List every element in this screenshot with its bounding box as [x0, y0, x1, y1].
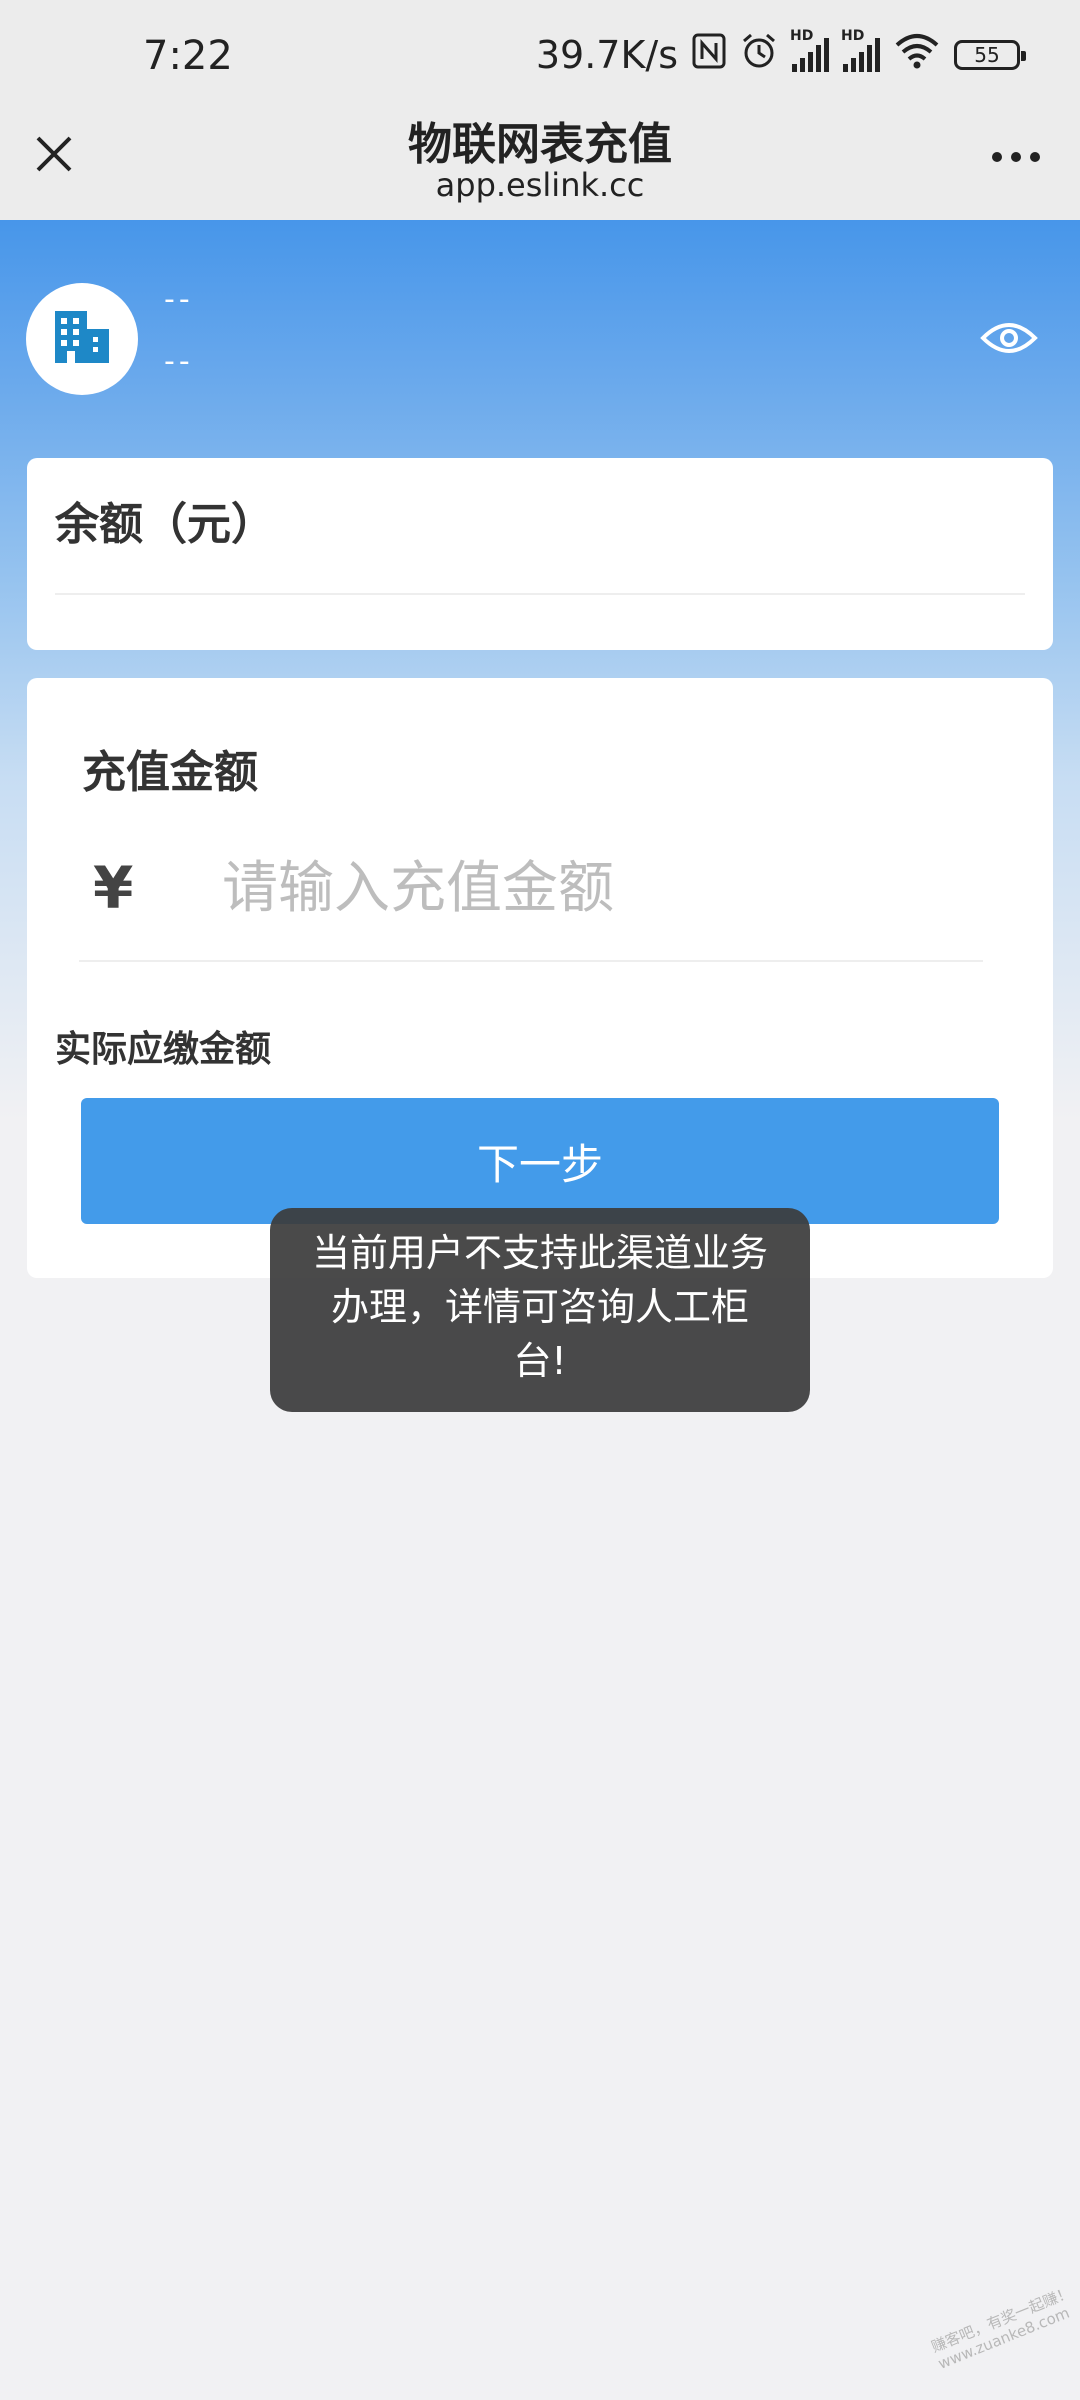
- network-speed: 39.7K/s: [535, 33, 678, 77]
- next-step-button[interactable]: 下一步: [81, 1098, 999, 1224]
- currency-symbol: ¥: [93, 854, 134, 922]
- nfc-icon: [692, 33, 726, 78]
- battery-icon: 55: [954, 40, 1026, 70]
- building-icon: [51, 309, 113, 369]
- avatar: [26, 283, 138, 395]
- page-url: app.eslink.cc: [435, 166, 645, 204]
- divider: [55, 593, 1025, 595]
- eye-icon[interactable]: [980, 318, 1038, 358]
- status-icons: 39.7K/s HD HD 55: [535, 28, 1026, 80]
- recharge-amount-input[interactable]: [222, 848, 742, 928]
- status-bar: 7:22 39.7K/s HD HD 55: [0, 0, 1080, 100]
- user-name: --: [164, 282, 194, 317]
- alarm-icon: [740, 32, 778, 79]
- balance-label: 余额（元）: [55, 499, 275, 550]
- more-options-icon[interactable]: [992, 152, 1040, 162]
- actual-payment-label: 实际应缴金额: [55, 1029, 272, 1070]
- nav-bar: 物联网表充值 app.eslink.cc: [0, 100, 1080, 220]
- cell-signal-icon: HD: [790, 28, 829, 72]
- balance-card: 余额（元）: [27, 458, 1053, 650]
- watermark: 赚客吧，有奖一起赚！ www.zuanke8.com: [928, 2283, 1075, 2373]
- status-time: 7:22: [143, 33, 233, 79]
- error-toast: 当前用户不支持此渠道业务办理，详情可咨询人工柜台!: [270, 1208, 810, 1412]
- user-account: --: [164, 344, 194, 379]
- recharge-amount-label: 充值金额: [82, 747, 258, 798]
- battery-level: 55: [974, 43, 1000, 67]
- page-title: 物联网表充值: [408, 119, 672, 170]
- cell-signal-2-icon: HD: [841, 28, 880, 72]
- divider: [79, 960, 983, 962]
- recharge-card: 充值金额 ¥ 实际应缴金额 下一步: [27, 678, 1053, 1278]
- wifi-icon: [894, 33, 940, 78]
